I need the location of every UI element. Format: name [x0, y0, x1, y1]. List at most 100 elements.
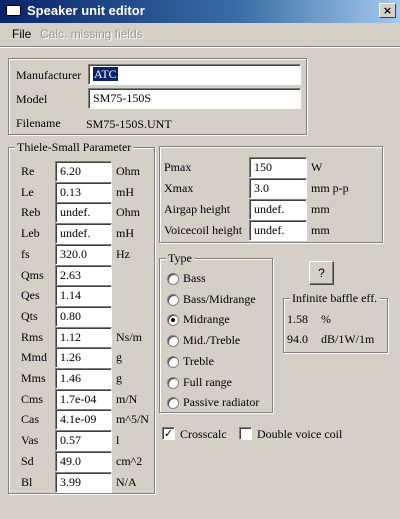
- type-option-label: Bass/Midrange: [183, 291, 256, 306]
- ts-param-unit: m/N: [116, 391, 138, 406]
- ts-param-label: Bl: [21, 474, 33, 489]
- type-option-label: Bass: [183, 271, 206, 285]
- type-radio-bass[interactable]: [167, 273, 179, 285]
- menu-file[interactable]: File: [12, 27, 31, 41]
- power-param-input[interactable]: undef.: [249, 199, 307, 220]
- power-param-input[interactable]: 3.0: [249, 178, 307, 199]
- type-radio-mid-treble[interactable]: [167, 335, 179, 348]
- double-voice-coil-checkbox[interactable]: [239, 427, 252, 440]
- ts-param-label: Vas: [21, 433, 39, 448]
- ts-param-unit: cm^2: [116, 453, 143, 468]
- ts-param-label: Qes: [21, 288, 40, 303]
- ts-param-label: Leb: [21, 226, 40, 241]
- ts-param-unit: mH: [116, 184, 134, 199]
- ts-param-unit: g: [116, 350, 122, 365]
- type-option-label: Full range: [183, 374, 232, 389]
- ts-param-unit: mH: [116, 226, 134, 241]
- power-param-label: Voicecoil height: [164, 223, 243, 237]
- ts-param-input[interactable]: 0.57: [55, 430, 112, 452]
- type-radio-full-range[interactable]: [167, 376, 179, 389]
- crosscalc-checkbox[interactable]: ✓: [162, 427, 175, 440]
- model-label: Model: [16, 92, 48, 106]
- type-option-label: Midrange: [183, 312, 230, 327]
- ts-param-label: Mmd: [21, 350, 48, 365]
- ts-param-input[interactable]: 2.63: [55, 264, 112, 286]
- ts-param-input[interactable]: 6.20: [55, 161, 112, 182]
- ts-param-label: Cas: [21, 412, 39, 427]
- type-radio-treble[interactable]: [167, 355, 179, 368]
- manufacturer-label: Manufacturer: [16, 68, 82, 82]
- ts-param-input[interactable]: undef.: [55, 223, 112, 245]
- ts-param-unit: l: [116, 433, 120, 448]
- type-radio-bass-midrange[interactable]: [167, 293, 179, 306]
- ts-param-label: Rms: [21, 329, 44, 344]
- ts-param-input[interactable]: 1.7e-04: [55, 388, 112, 410]
- ts-param-input[interactable]: 1.12: [55, 326, 112, 348]
- ts-param-input[interactable]: 4.1e-09: [55, 409, 112, 431]
- ts-param-label: Reb: [21, 205, 41, 220]
- ts-param-label: fs: [21, 246, 30, 261]
- ts-param-label: Qts: [21, 308, 38, 323]
- double-voice-coil-label: Double voice coil: [257, 427, 343, 441]
- thiele-small-group: Thiele-Small Parameter Re 6.20 Ohm Le 0.13 mH…: [8, 140, 155, 494]
- type-group: Type Bass Bass/Midrange Midrange Mid./Trebl…: [159, 251, 273, 413]
- type-option-label: Treble: [183, 353, 214, 368]
- ts-param-unit: N/A: [116, 474, 137, 489]
- power-param-input[interactable]: undef.: [249, 220, 307, 241]
- ts-param-label: Le: [21, 184, 34, 199]
- menu-calc-missing: Calc. missing fields: [40, 27, 143, 41]
- filename-value: SM75-150S.UNT: [86, 117, 172, 131]
- ts-param-input[interactable]: 49.0: [55, 450, 112, 472]
- power-param-unit: mm: [311, 202, 330, 216]
- ts-param-unit: g: [116, 371, 122, 385]
- power-param-unit: mm p-p: [311, 181, 349, 195]
- ts-param-unit: Hz: [116, 246, 130, 261]
- ts-param-input[interactable]: 3.99: [55, 471, 112, 493]
- ts-param-input[interactable]: 1.46: [55, 368, 112, 389]
- ts-param-input[interactable]: 320.0: [55, 243, 112, 265]
- ts-param-input[interactable]: 1.14: [55, 285, 112, 307]
- window-title: Speaker unit editor: [27, 3, 145, 18]
- app-icon: [6, 5, 21, 16]
- title-bar: Speaker unit editor ×: [0, 0, 400, 23]
- power-param-unit: mm: [311, 223, 330, 237]
- type-title: Type: [166, 251, 194, 265]
- baffle-efficiency-value: 1.58: [287, 312, 308, 326]
- filename-label: Filename: [16, 116, 61, 130]
- manufacturer-input[interactable]: ATC: [88, 64, 301, 85]
- infinite-baffle-group: Infinite baffle eff. 1.58 % 94.0 dB/1W/1…: [283, 291, 388, 353]
- ts-param-label: Sd: [21, 453, 34, 468]
- ts-param-input[interactable]: 0.80: [55, 305, 112, 327]
- ts-param-unit: Ns/m: [116, 329, 143, 344]
- ts-param-input[interactable]: 0.13: [55, 181, 112, 203]
- type-option-label: Passive radiator: [183, 395, 260, 410]
- menu-separator: [0, 46, 400, 48]
- close-button[interactable]: ×: [379, 3, 396, 18]
- type-radio-passive-radiator[interactable]: [167, 397, 179, 410]
- model-input[interactable]: SM75-150S: [88, 88, 301, 109]
- power-param-label: Xmax: [164, 181, 194, 195]
- baffle-efficiency-unit: %: [321, 312, 331, 326]
- ts-param-input[interactable]: undef.: [55, 202, 112, 224]
- power-group: Pmax 150 W Xmax 3.0 mm p-p Airgap height undef.…: [159, 146, 383, 243]
- power-param-input[interactable]: 150: [249, 157, 307, 178]
- ts-param-unit: Ohm: [116, 205, 140, 220]
- unit-header-group: Manufacturer ATC Model SM75-150S Filenam…: [8, 58, 307, 135]
- ts-param-unit: Ohm: [116, 164, 140, 178]
- help-button[interactable]: ?: [309, 261, 334, 285]
- thiele-small-title: Thiele-Small Parameter: [15, 140, 134, 154]
- baffle-spl-value: 94.0: [287, 332, 308, 346]
- type-radio-midrange[interactable]: [167, 314, 179, 327]
- ts-param-label: Re: [21, 164, 35, 178]
- baffle-spl-unit: dB/1W/1m: [321, 332, 375, 346]
- ts-param-label: Qms: [21, 267, 44, 282]
- power-param-unit: W: [311, 160, 323, 174]
- type-option-label: Mid./Treble: [183, 333, 241, 348]
- menu-bar: File Calc. missing fields: [0, 24, 400, 44]
- infinite-baffle-title: Infinite baffle eff.: [290, 291, 380, 305]
- power-param-label: Airgap height: [164, 202, 231, 216]
- ts-param-unit: m^5/N: [116, 412, 149, 427]
- power-param-label: Pmax: [164, 160, 192, 174]
- ts-param-label: Mms: [21, 371, 46, 385]
- ts-param-input[interactable]: 1.26: [55, 347, 112, 369]
